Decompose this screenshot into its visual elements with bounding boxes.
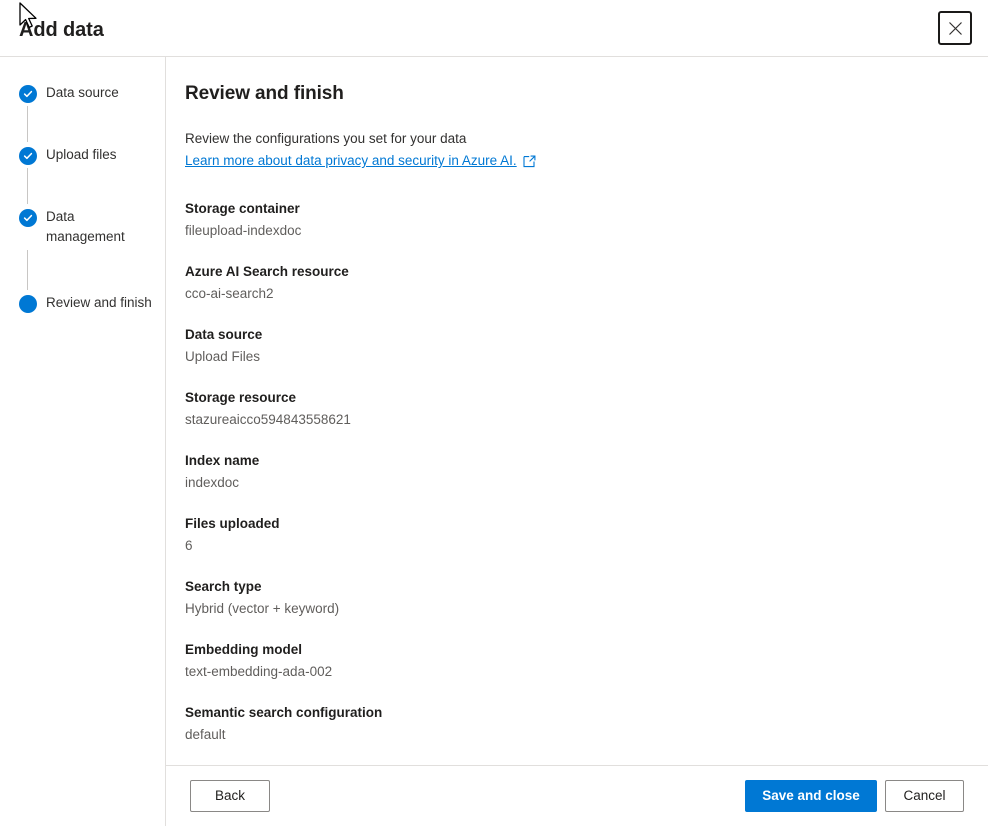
back-button[interactable]: Back bbox=[190, 780, 270, 812]
dialog-footer: Back Save and close Cancel bbox=[166, 765, 988, 826]
close-icon bbox=[948, 21, 962, 35]
summary-label: Storage container bbox=[185, 201, 300, 216]
summary-item-index-name: Index name indexdoc bbox=[185, 451, 964, 493]
summary-label: Semantic search configuration bbox=[185, 705, 383, 720]
summary-item-data-source: Data source Upload Files bbox=[185, 325, 964, 367]
summary-label: Data source bbox=[185, 327, 263, 342]
content-area: Review and finish Review the configurati… bbox=[166, 57, 988, 826]
stepper-item-label: Upload files bbox=[46, 147, 117, 162]
summary-item-semantic-search-configuration: Semantic search configuration default bbox=[185, 703, 964, 745]
summary-label: Embedding model bbox=[185, 642, 303, 657]
save-and-close-button[interactable]: Save and close bbox=[745, 780, 877, 812]
external-link-icon[interactable] bbox=[523, 155, 536, 168]
step-completed-icon bbox=[19, 209, 37, 227]
stepper-item-review-and-finish[interactable]: Review and finish bbox=[0, 293, 165, 313]
learn-more-row: Learn more about data privacy and securi… bbox=[185, 151, 964, 171]
stepper-item-data-source[interactable]: Data source bbox=[0, 83, 165, 103]
dialog-header: Add data bbox=[0, 0, 988, 57]
footer-actions: Save and close Cancel bbox=[745, 780, 964, 812]
summary-value: text-embedding-ada-002 bbox=[185, 664, 333, 679]
summary-item-storage-resource: Storage resource stazureaicco59484355862… bbox=[185, 388, 964, 430]
stepper-item-label: Review and finish bbox=[46, 295, 152, 310]
stepper-item-upload-files[interactable]: Upload files bbox=[0, 145, 165, 165]
summary-item-files-uploaded: Files uploaded 6 bbox=[185, 514, 964, 556]
stepper-item-data-management[interactable]: Data management bbox=[0, 207, 165, 247]
learn-more-link[interactable]: Learn more about data privacy and securi… bbox=[185, 151, 517, 171]
stepper-item-label: Data management bbox=[46, 209, 125, 244]
step-completed-icon bbox=[19, 147, 37, 165]
dialog-body: Data source Upload files Data management… bbox=[0, 57, 988, 826]
summary-label: Azure AI Search resource bbox=[185, 264, 349, 279]
stepper-connector bbox=[27, 168, 28, 204]
summary-item-storage-container: Storage container fileupload-indexdoc bbox=[185, 199, 964, 241]
summary-list: Storage container fileupload-indexdoc Az… bbox=[185, 199, 964, 745]
stepper-sidebar: Data source Upload files Data management… bbox=[0, 57, 166, 826]
summary-label: Search type bbox=[185, 579, 262, 594]
step-completed-icon bbox=[19, 85, 37, 103]
stepper-connector bbox=[27, 106, 28, 142]
summary-item-search-type: Search type Hybrid (vector + keyword) bbox=[185, 577, 964, 619]
summary-item-azure-ai-search-resource: Azure AI Search resource cco-ai-search2 bbox=[185, 262, 964, 304]
summary-value: cco-ai-search2 bbox=[185, 286, 274, 301]
summary-value: Hybrid (vector + keyword) bbox=[185, 601, 340, 616]
summary-label: Storage resource bbox=[185, 390, 297, 405]
page-title: Review and finish bbox=[185, 83, 344, 104]
summary-item-embedding-model: Embedding model text-embedding-ada-002 bbox=[185, 640, 964, 682]
intro-text: Review the configurations you set for yo… bbox=[185, 131, 467, 146]
summary-value: stazureaicco594843558621 bbox=[185, 412, 351, 427]
close-button[interactable] bbox=[938, 11, 972, 45]
summary-value: 6 bbox=[185, 538, 193, 553]
cancel-button[interactable]: Cancel bbox=[885, 780, 964, 812]
summary-label: Index name bbox=[185, 453, 260, 468]
dialog-title: Add data bbox=[19, 19, 104, 41]
summary-label: Files uploaded bbox=[185, 516, 280, 531]
stepper-item-label: Data source bbox=[46, 85, 119, 100]
summary-value: Upload Files bbox=[185, 349, 261, 364]
summary-value: fileupload-indexdoc bbox=[185, 223, 302, 238]
content-scroll-region: Review and finish Review the configurati… bbox=[166, 57, 988, 765]
summary-value: default bbox=[185, 727, 226, 742]
step-active-icon bbox=[19, 295, 37, 313]
summary-value: indexdoc bbox=[185, 475, 240, 490]
stepper-connector bbox=[27, 250, 28, 290]
add-data-dialog: Add data Data source Upload files Data m… bbox=[0, 0, 988, 826]
